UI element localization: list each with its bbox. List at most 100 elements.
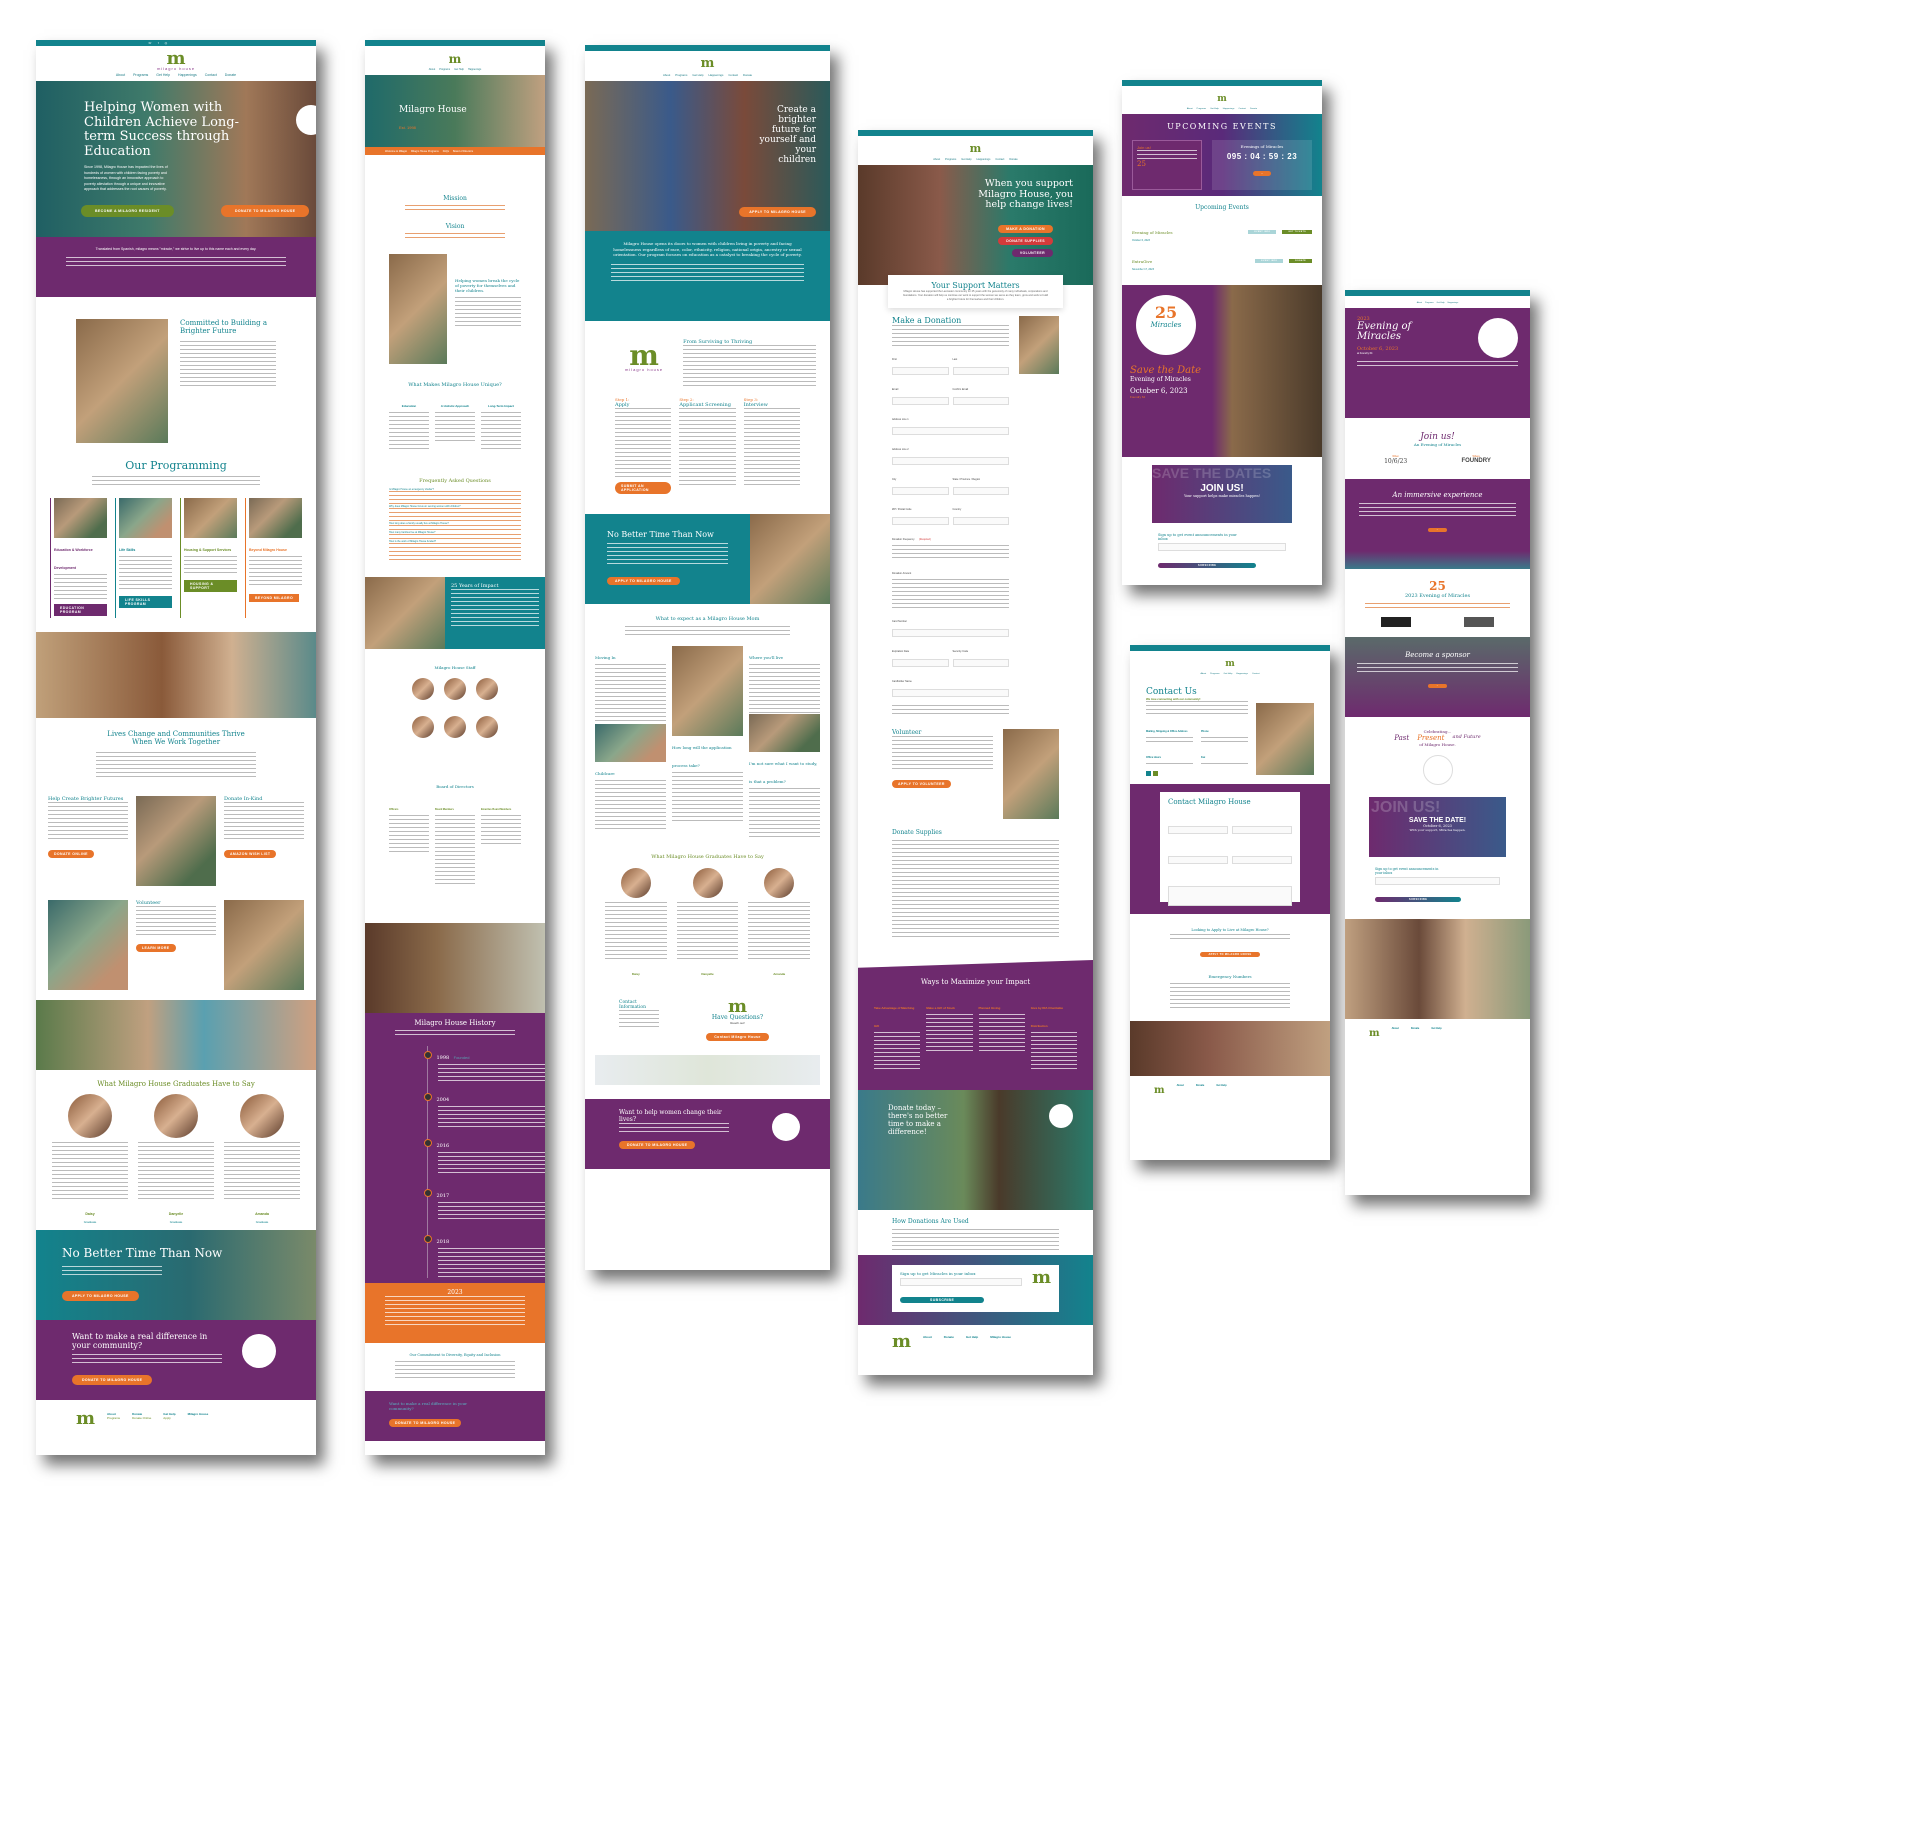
- program-button[interactable]: Education Program: [54, 604, 107, 616]
- countdown-button[interactable]: →: [1252, 171, 1272, 176]
- nav-about[interactable]: About: [933, 158, 940, 161]
- volunteer-button[interactable]: Volunteer: [1011, 249, 1053, 257]
- donate-button[interactable]: Donate to Milagro House: [221, 205, 310, 217]
- donate-online-button[interactable]: Donate Online: [48, 850, 94, 858]
- last-name-input[interactable]: [1232, 826, 1292, 834]
- nav-programs[interactable]: Programs: [945, 158, 956, 161]
- nav-about[interactable]: About: [116, 73, 125, 77]
- nav-programs[interactable]: Programs: [675, 73, 687, 77]
- first-name-input[interactable]: [892, 367, 949, 375]
- nav-about[interactable]: About: [1200, 673, 1206, 675]
- make-donation-button[interactable]: Make a Donation: [998, 225, 1053, 233]
- apply-button[interactable]: Apply to Milagro House: [739, 207, 816, 217]
- nav-donate[interactable]: Donate: [225, 73, 236, 77]
- program-button[interactable]: Life Skills Program: [119, 596, 172, 608]
- nav-programs[interactable]: Programs: [1197, 108, 1206, 110]
- nav-about[interactable]: About: [663, 73, 670, 77]
- nav-about[interactable]: About: [1187, 108, 1193, 110]
- nav-get-help[interactable]: Get Help: [1437, 302, 1445, 304]
- logo[interactable]: m: [365, 52, 545, 66]
- learn-more-button[interactable]: Learn More: [136, 944, 176, 952]
- nav-happenings[interactable]: Happenings: [1236, 673, 1248, 675]
- expiration-input[interactable]: [892, 659, 949, 667]
- footer-logo[interactable]: m: [1154, 1084, 1165, 1098]
- first-name-input[interactable]: [1168, 826, 1228, 834]
- nav-happenings[interactable]: Happenings: [1448, 302, 1459, 304]
- about-cta-button[interactable]: Donate to Milagro House: [389, 1419, 462, 1427]
- footer-logo[interactable]: m: [892, 1333, 911, 1351]
- security-code-input[interactable]: [952, 659, 1009, 667]
- subscribe-button[interactable]: Subscribe: [1375, 897, 1462, 902]
- instagram-icon[interactable]: [1153, 771, 1158, 776]
- confirm-email-input[interactable]: [952, 397, 1009, 405]
- nav-programs[interactable]: Programs: [1425, 302, 1434, 304]
- subscribe-button[interactable]: Subscribe: [900, 1297, 985, 1303]
- nav-get-help[interactable]: Get Help: [454, 68, 464, 71]
- nav-about[interactable]: About: [1417, 302, 1422, 304]
- facebook-icon[interactable]: f: [158, 41, 159, 45]
- nav-donate[interactable]: Donate: [1009, 158, 1017, 161]
- program-button[interactable]: Beyond Milagro: [249, 594, 300, 602]
- signup-email-input[interactable]: [1158, 543, 1286, 551]
- become-resident-button[interactable]: Become a Milagro Resident: [81, 205, 174, 217]
- facebook-icon[interactable]: [1146, 771, 1151, 776]
- apply-button-2[interactable]: Apply to Milagro House: [607, 577, 680, 585]
- event-donate-button[interactable]: Donate: [1289, 258, 1312, 263]
- logo[interactable]: m: [585, 57, 830, 71]
- subnav-item[interactable]: Milagro House Programs: [411, 150, 439, 153]
- card-number-input[interactable]: [892, 629, 1009, 637]
- nav-contact[interactable]: Contact: [1252, 673, 1260, 675]
- footer-logo[interactable]: m: [76, 1410, 95, 1428]
- nav-get-help[interactable]: Get Help: [1224, 673, 1233, 675]
- logo[interactable]: m: [1122, 92, 1322, 106]
- zip-input[interactable]: [892, 517, 949, 525]
- nav-programs[interactable]: Programs: [439, 68, 450, 71]
- nav-contact[interactable]: Contact: [728, 73, 738, 77]
- address-1-input[interactable]: [892, 427, 1009, 435]
- map[interactable]: [595, 1055, 820, 1085]
- immersive-button[interactable]: →: [1428, 528, 1447, 532]
- sponsor-button[interactable]: →: [1428, 684, 1447, 688]
- footer-link[interactable]: Programs: [107, 1416, 120, 1420]
- footer-link[interactable]: Donate Online: [132, 1416, 151, 1420]
- logo[interactable]: m: [1130, 657, 1330, 671]
- wishlist-button[interactable]: Amazon Wish List: [224, 850, 277, 858]
- cardholder-input[interactable]: [892, 689, 1009, 697]
- nav-happenings[interactable]: Happenings: [468, 68, 481, 71]
- comments-textarea[interactable]: [1168, 886, 1292, 906]
- logo[interactable]: m: [858, 142, 1093, 156]
- nav-programs[interactable]: Programs: [133, 73, 148, 77]
- phone-icon[interactable]: ☏: [148, 41, 152, 45]
- last-name-input[interactable]: [952, 367, 1009, 375]
- logo[interactable]: m milagro house: [36, 50, 316, 72]
- nav-get-help[interactable]: Get Help: [961, 158, 971, 161]
- nav-donate[interactable]: Donate: [743, 73, 752, 77]
- gethelp-cta-button[interactable]: Donate to Milagro House: [619, 1141, 696, 1149]
- city-input[interactable]: [892, 487, 949, 495]
- nav-contact[interactable]: Contact: [1238, 108, 1246, 110]
- event-info-button[interactable]: Event Info: [1255, 258, 1284, 263]
- nav-happenings[interactable]: Happenings: [1223, 108, 1235, 110]
- nav-happenings[interactable]: Happenings: [977, 158, 991, 161]
- event-name[interactable]: ExtraGive: [1132, 259, 1152, 264]
- signup-email-input[interactable]: [1375, 877, 1500, 885]
- nav-happenings[interactable]: Happenings: [178, 73, 197, 77]
- nav-contact[interactable]: Contact: [995, 158, 1004, 161]
- state-input[interactable]: [952, 487, 1009, 495]
- nav-get-help[interactable]: Get Help: [692, 73, 703, 77]
- country-select[interactable]: [952, 517, 1009, 525]
- apply-button[interactable]: Apply to Milagro House: [1200, 952, 1260, 957]
- confirm-email-input[interactable]: [1232, 856, 1292, 864]
- submit-application-button[interactable]: Submit an Application: [615, 482, 672, 494]
- event-tickets-button[interactable]: Get Tickets: [1282, 229, 1312, 234]
- subscribe-button[interactable]: Subscribe: [1158, 563, 1257, 568]
- nav-contact[interactable]: Contact: [205, 73, 217, 77]
- footer-logo[interactable]: m: [1369, 1027, 1380, 1041]
- donate-cta-button[interactable]: Donate to Milagro House: [72, 1375, 153, 1385]
- subnav-item[interactable]: Board of Directors: [453, 150, 473, 153]
- signup-email-input[interactable]: [900, 1278, 1022, 1286]
- nav-donate[interactable]: Donate: [1250, 108, 1257, 110]
- program-button[interactable]: Housing & Support: [184, 580, 237, 592]
- nav-get-help[interactable]: Get Help: [156, 73, 170, 77]
- subnav-item[interactable]: FAQs: [443, 150, 449, 153]
